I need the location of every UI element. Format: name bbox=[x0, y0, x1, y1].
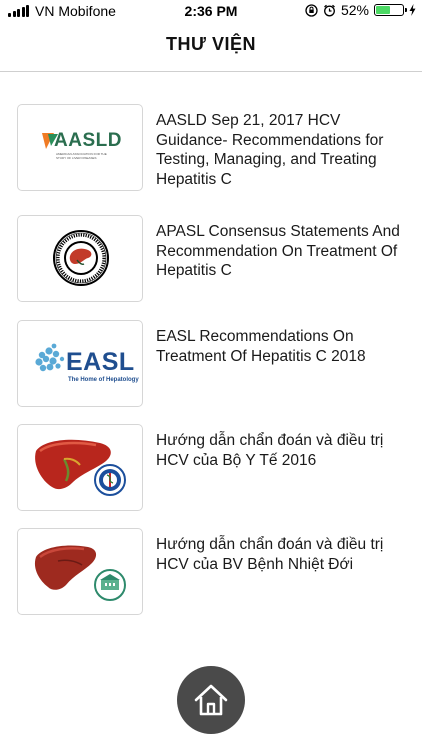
easl-wordmark: EASL bbox=[66, 348, 135, 376]
battery-icon bbox=[374, 4, 407, 16]
list-item[interactable]: APASL Consensus Statements And Recommend… bbox=[0, 215, 422, 303]
list-item[interactable]: Hướng dẫn chẩn đoán và điều trị HCV của … bbox=[0, 528, 422, 616]
easl-logo-thumbnail: EASL The Home of Hepatology bbox=[17, 320, 143, 407]
battery-percent: 52% bbox=[340, 2, 369, 18]
header-divider bbox=[0, 71, 422, 72]
aasld-subtitle: AMERICAN ASSOCIATION FOR THE STUDY OF LI… bbox=[56, 152, 107, 160]
liver-illustration-icon bbox=[34, 545, 97, 590]
orientation-lock-icon bbox=[305, 3, 318, 17]
item-title: AASLD Sep 21, 2017 HCV Guidance- Recomme… bbox=[156, 112, 384, 188]
list-item[interactable]: Hướng dẫn chẩn đoán và điều trị HCV của … bbox=[0, 424, 422, 512]
status-indicators: 52% bbox=[305, 2, 416, 18]
aasld-logo-thumbnail: AASLD AMERICAN ASSOCIATION FOR THE STUDY… bbox=[17, 104, 143, 191]
item-title: Hướng dẫn chẩn đoán và điều trị HCV của … bbox=[156, 432, 384, 469]
easl-tagline: The Home of Hepatology bbox=[68, 377, 139, 383]
status-bar: VN Mobifone 2:36 PM 52% bbox=[0, 0, 422, 22]
liver-hospital-thumbnail bbox=[17, 528, 143, 615]
home-button[interactable] bbox=[177, 666, 245, 734]
list-item[interactable]: AASLD AMERICAN ASSOCIATION FOR THE STUDY… bbox=[0, 104, 422, 192]
home-icon bbox=[194, 684, 228, 716]
page-title: THƯ VIỆN bbox=[166, 34, 256, 54]
item-title: Hướng dẫn chẩn đoán và điều trị HCV của … bbox=[156, 536, 384, 573]
alarm-icon bbox=[324, 4, 335, 16]
easl-hexagon-cluster-icon bbox=[35, 343, 65, 372]
liver-moh-thumbnail bbox=[17, 424, 143, 511]
aasld-wordmark: AASLD bbox=[54, 130, 122, 151]
charging-bolt-icon bbox=[409, 4, 416, 16]
tropical-hospital-emblem-icon bbox=[94, 569, 126, 601]
list-item[interactable]: EASL The Home of Hepatology EASL Recomme… bbox=[0, 320, 422, 408]
ministry-of-health-emblem-icon bbox=[94, 464, 126, 496]
item-title: EASL Recommendations On Treatment Of Hep… bbox=[156, 328, 366, 365]
apasl-seal-thumbnail bbox=[17, 215, 143, 302]
battery-level bbox=[376, 6, 390, 14]
item-title: APASL Consensus Statements And Recommend… bbox=[156, 223, 400, 279]
apasl-seal-icon bbox=[53, 230, 109, 286]
